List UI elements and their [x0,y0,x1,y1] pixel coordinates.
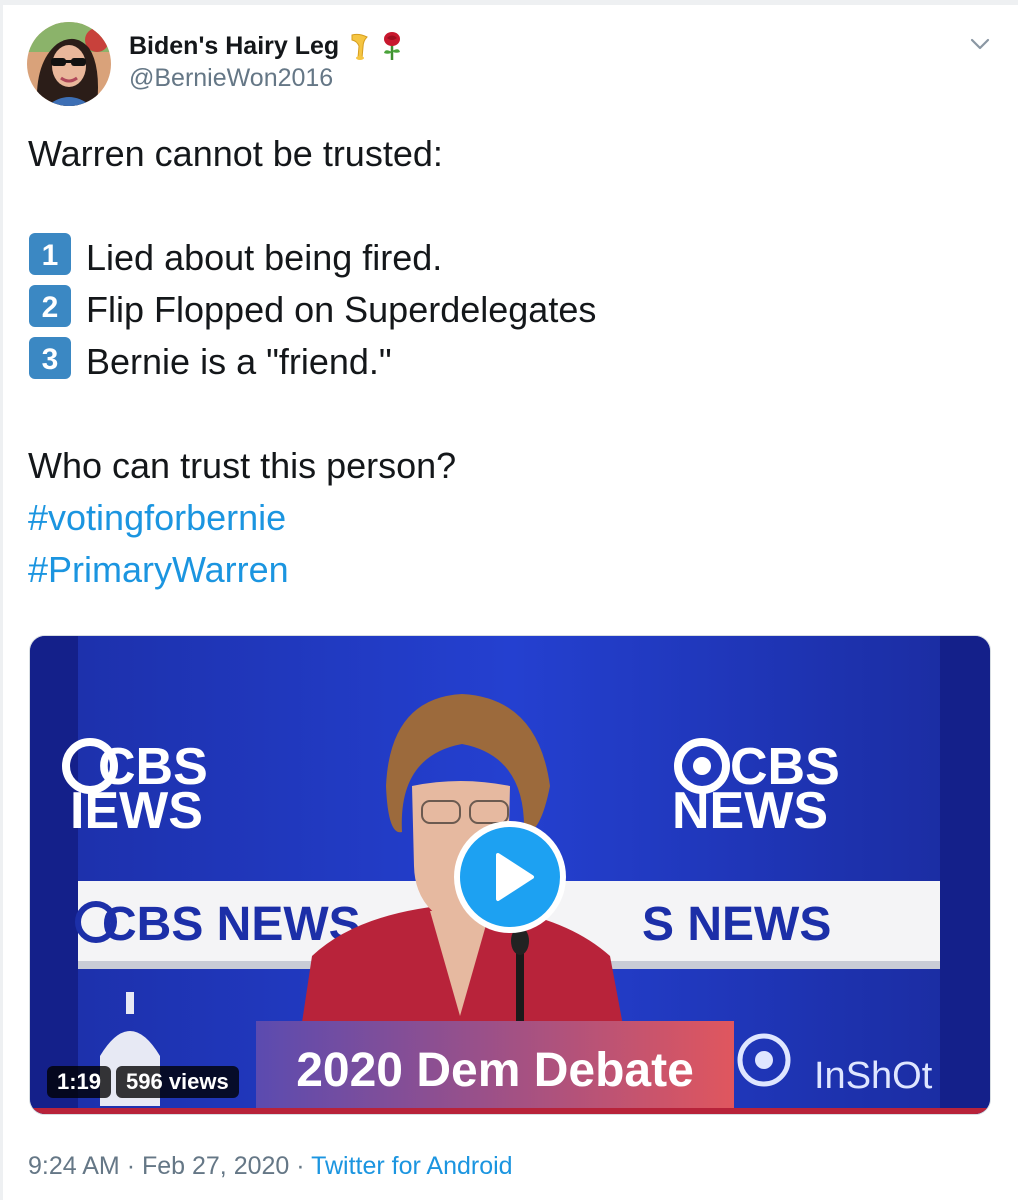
list-item: 3 Bernie is a "friend." [28,336,988,388]
video-caption-text: 2020 Dem Debate [296,1044,694,1097]
tweet-question: Who can trust this person? [28,445,457,486]
keycap-number: 1 [42,239,59,272]
meta-separator: · [296,1152,305,1180]
author-name-row[interactable]: Biden's Hairy Leg [129,30,405,62]
tweet-source-link[interactable]: Twitter for Android [311,1152,512,1180]
backdrop-banner-text: S NEWS [642,898,831,951]
chevron-down-icon[interactable] [966,30,994,58]
backdrop-logo-text: NEWS [672,782,828,840]
leg-icon [349,31,375,61]
keycap-two-icon: 2 [28,284,72,328]
point-text: Bernie is a "friend." [86,341,392,382]
play-button[interactable] [454,821,566,933]
backdrop-logo-text: IEWS [70,782,203,840]
tweet-date[interactable]: Feb 27, 2020 [142,1152,289,1180]
list-item: 2 Flip Flopped on Superdelegates [28,284,988,336]
avatar[interactable] [27,22,111,106]
video-views-badge: 596 views [116,1066,239,1098]
tweet-meta: 9:24 AM · Feb 27, 2020 · Twitter for And… [28,1152,513,1181]
hashtag-link[interactable]: #PrimaryWarren [28,549,289,590]
list-item: 1 Lied about being fired. [28,232,988,284]
point-text: Flip Flopped on Superdelegates [86,289,597,330]
keycap-number: 2 [42,291,59,324]
left-border [0,0,3,1200]
author-handle[interactable]: @BernieWon2016 [129,64,333,93]
video-player[interactable]: CBS IEWS CBS NEWS CBS NEWS S NEWS 2020 D… [29,635,991,1115]
hashtag-link[interactable]: #votingforbernie [28,497,286,538]
video-duration-badge: 1:19 [47,1066,112,1098]
tweet-time[interactable]: 9:24 AM [28,1152,120,1180]
point-text: Lied about being fired. [86,237,443,278]
keycap-one-icon: 1 [28,232,72,276]
top-border [0,0,1018,5]
keycap-three-icon: 3 [28,336,72,380]
tweet-text: Warren cannot be trusted: 1 Lied about b… [28,128,988,596]
display-name[interactable]: Biden's Hairy Leg [129,32,339,61]
keycap-number: 3 [42,343,59,376]
meta-separator: · [126,1152,136,1180]
tweet-intro: Warren cannot be trusted: [28,133,443,174]
rose-icon [379,31,405,61]
backdrop-banner-text: CBS NEWS [102,898,361,951]
watermark-text: InShOt [814,1055,933,1097]
play-icon [496,853,534,901]
